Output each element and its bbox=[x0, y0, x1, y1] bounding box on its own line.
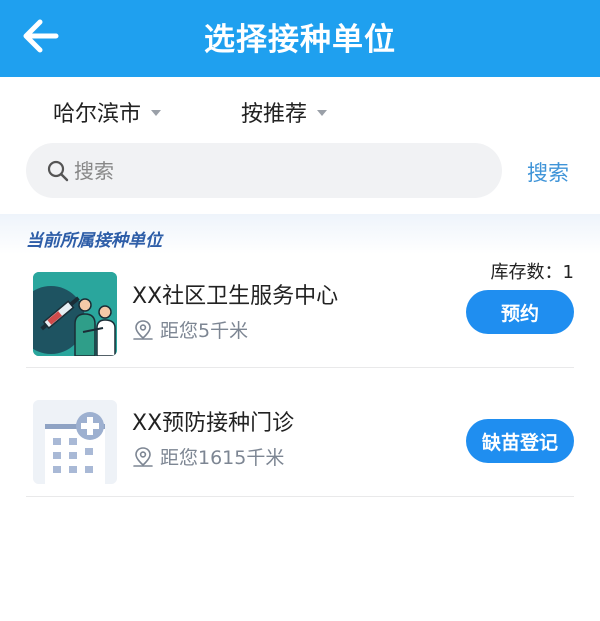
location-pin-icon bbox=[133, 446, 153, 467]
unit-thumbnail bbox=[33, 272, 117, 356]
search-icon bbox=[47, 160, 69, 181]
distance-text: 距您5千米 bbox=[160, 320, 249, 342]
unit-thumbnail bbox=[33, 400, 117, 484]
unit-distance: 距您5千米 bbox=[132, 316, 248, 343]
list-item[interactable]: XX社区卫生服务中心 距您5千米 库存数：1 预约 bbox=[26, 240, 574, 368]
book-button[interactable]: 预约 bbox=[466, 290, 574, 334]
sort-dropdown-label: 按推荐 bbox=[241, 102, 308, 127]
page-title: 选择接种单位 bbox=[204, 22, 396, 58]
list-item[interactable]: XX预防接种门诊 距您1615千米 缺苗登记 bbox=[26, 369, 574, 497]
city-dropdown[interactable]: 哈尔滨市 bbox=[53, 96, 162, 128]
search-input[interactable] bbox=[74, 158, 454, 183]
city-dropdown-label: 哈尔滨市 bbox=[53, 102, 142, 127]
shortage-register-button[interactable]: 缺苗登记 bbox=[466, 419, 574, 463]
unit-name: XX社区卫生服务中心 bbox=[132, 284, 339, 309]
caret-down-icon bbox=[151, 110, 162, 116]
filter-bar: 哈尔滨市 按推荐 bbox=[0, 90, 600, 132]
location-pin-icon bbox=[133, 319, 153, 340]
search-button[interactable]: 搜索 bbox=[527, 157, 569, 187]
search-box bbox=[26, 143, 502, 198]
sort-dropdown[interactable]: 按推荐 bbox=[241, 96, 328, 128]
hospital-building-icon bbox=[33, 400, 117, 484]
header-bar: 选择接种单位 bbox=[0, 0, 600, 77]
unit-name: XX预防接种门诊 bbox=[132, 411, 295, 436]
stock-count: 库存数：1 bbox=[490, 262, 574, 283]
distance-text: 距您1615千米 bbox=[160, 447, 285, 469]
caret-down-icon bbox=[317, 110, 328, 116]
vaccination-icon bbox=[33, 272, 117, 356]
unit-distance: 距您1615千米 bbox=[132, 443, 284, 470]
